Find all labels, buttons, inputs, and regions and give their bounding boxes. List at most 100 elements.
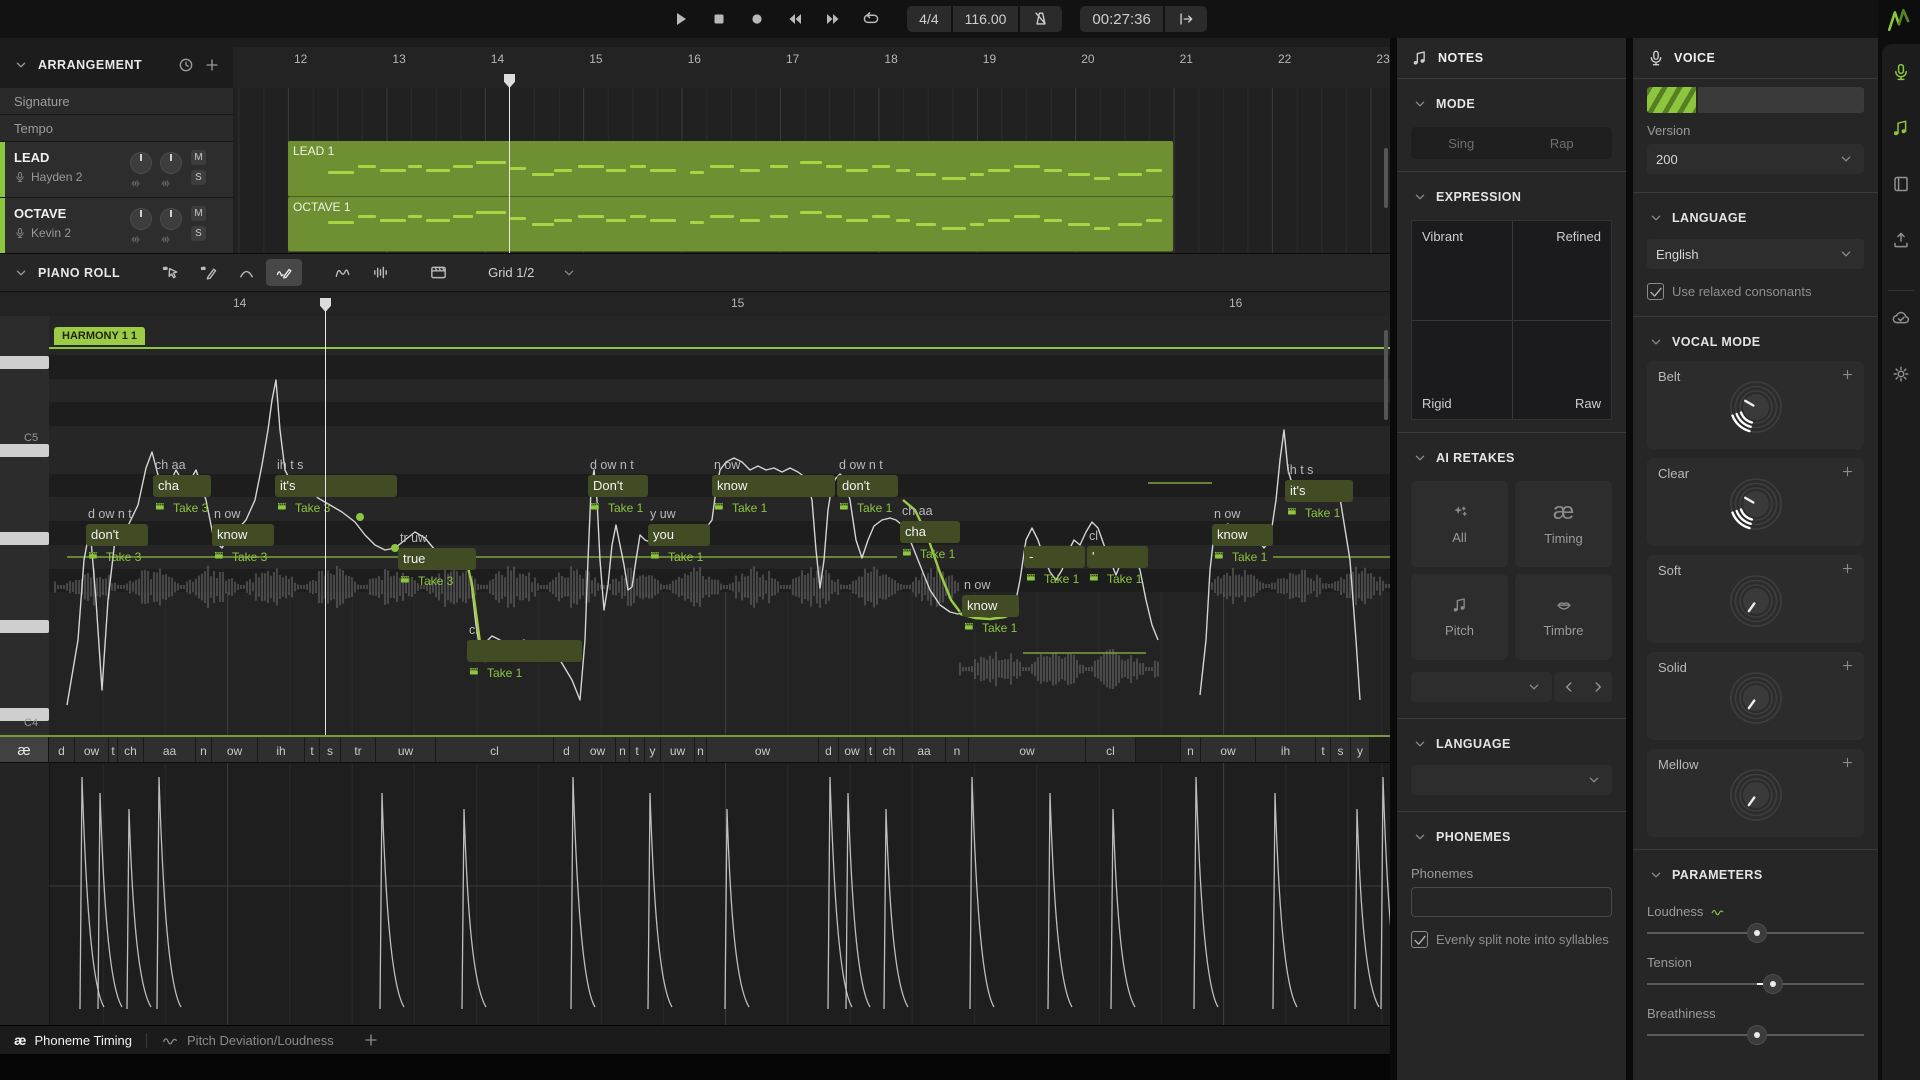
vocal-mode-add-button[interactable] — [1840, 658, 1855, 673]
retake-timing-button[interactable]: æ Timing — [1515, 481, 1612, 567]
retake-prev-button[interactable] — [1554, 672, 1583, 702]
slider-thumb[interactable] — [1763, 974, 1783, 994]
parameters-section-header[interactable]: PARAMETERS — [1633, 850, 1878, 894]
slider-thumb[interactable] — [1747, 1025, 1767, 1045]
mode-option-sing[interactable]: Sing — [1411, 127, 1512, 159]
phoneme-segment[interactable]: ch — [118, 737, 144, 764]
phoneme-gap[interactable] — [1136, 737, 1181, 764]
time-signature[interactable]: 4/4 — [907, 6, 950, 32]
voice-language-dropdown[interactable]: English — [1647, 239, 1864, 269]
phoneme-segment[interactable]: ch — [876, 737, 903, 764]
ai-retakes-section-header[interactable]: AI RETAKES — [1397, 433, 1626, 477]
solo-button[interactable]: S — [191, 226, 206, 241]
clip-octave-1[interactable]: OCTAVE 1 — [288, 197, 1173, 252]
rail-mic-button[interactable] — [1891, 62, 1911, 82]
pitch-control-point[interactable] — [234, 525, 242, 533]
phoneme-segment[interactable]: ow — [969, 737, 1086, 764]
clip-lead-1[interactable]: LEAD 1 — [288, 141, 1173, 197]
retake-timbre-button[interactable]: Timbre — [1515, 574, 1612, 660]
expression-xy-pad[interactable]: Vibrant Refined Rigid Raw — [1411, 220, 1612, 420]
phoneme-segment[interactable]: uw — [661, 737, 695, 764]
voice-language-section-header[interactable]: LANGUAGE — [1633, 193, 1878, 237]
pan-knob[interactable] — [160, 152, 182, 174]
stop-button[interactable] — [709, 9, 729, 29]
rail-gear-button[interactable] — [1891, 364, 1911, 384]
relaxed-consonants-checkbox[interactable] — [1647, 283, 1664, 300]
phoneme-segment[interactable]: ih — [1256, 737, 1316, 764]
mute-button[interactable]: M — [191, 150, 206, 165]
film-tool[interactable] — [420, 259, 456, 286]
grid-setting-dropdown[interactable]: Grid 1/2 — [478, 260, 588, 286]
tempo-row[interactable]: Tempo — [0, 115, 233, 142]
phoneme-segment[interactable]: t — [866, 737, 876, 764]
loop-button[interactable] — [861, 9, 881, 29]
rail-music-note-button[interactable] — [1891, 118, 1911, 138]
phoneme-segment[interactable]: ow — [1201, 737, 1256, 764]
phoneme-segment[interactable]: tr — [341, 737, 376, 764]
phonemes-input[interactable] — [1411, 887, 1612, 917]
voice-avatar-row[interactable] — [1647, 87, 1864, 113]
phoneme-segment[interactable]: aa — [144, 737, 196, 764]
phoneme-segment[interactable]: n — [1181, 737, 1201, 764]
rewind-button[interactable] — [785, 9, 805, 29]
piano-key[interactable] — [0, 444, 49, 457]
forward-button[interactable] — [823, 9, 843, 29]
add-tab-button[interactable] — [362, 1031, 380, 1049]
pan-knob[interactable] — [160, 208, 182, 230]
vocal-mode-add-button[interactable] — [1840, 755, 1855, 770]
piano-key[interactable] — [0, 532, 49, 545]
pitch-control-point[interactable] — [304, 483, 312, 491]
phoneme-segment[interactable]: y — [645, 737, 661, 764]
rail-upload-button[interactable] — [1891, 230, 1911, 250]
vocal-mode-add-button[interactable] — [1840, 367, 1855, 382]
mellow-knob[interactable] — [1729, 768, 1783, 822]
vocal-mode-add-button[interactable] — [1840, 464, 1855, 479]
voice-name-bar[interactable] — [1698, 87, 1864, 113]
pitch-control-point[interactable] — [391, 544, 399, 552]
rail-cloud-check-button[interactable] — [1891, 308, 1911, 328]
retake-all-button[interactable]: All — [1411, 481, 1508, 567]
pitch-wave-tool[interactable] — [324, 259, 360, 286]
draw-note-tool[interactable] — [190, 259, 226, 286]
phoneme-segment[interactable]: n — [196, 737, 212, 764]
jump-to-playhead-button[interactable] — [1165, 6, 1207, 32]
phoneme-segment[interactable]: uw — [376, 737, 436, 764]
timecode[interactable]: 00:27:36 — [1080, 6, 1162, 32]
phonemes-section-header[interactable]: PHONEMES — [1397, 812, 1626, 856]
volume-knob[interactable] — [130, 152, 152, 174]
piano-roll-scrollbar[interactable] — [1384, 330, 1388, 420]
retake-next-button[interactable] — [1583, 672, 1612, 702]
track-voice[interactable]: Kevin 2 — [14, 226, 71, 240]
track-row-lead[interactable]: LEADHayden 2MS — [0, 142, 233, 198]
phoneme-segment[interactable]: ow — [75, 737, 109, 764]
note-language-dropdown[interactable] — [1411, 765, 1612, 795]
phoneme-segment[interactable]: d — [554, 737, 580, 764]
play-button[interactable] — [671, 9, 691, 29]
chevron-down-icon[interactable] — [12, 264, 30, 282]
phoneme-segment[interactable]: ow — [580, 737, 616, 764]
piano-keyboard[interactable]: C5C4 — [0, 316, 50, 735]
mute-button[interactable]: M — [191, 206, 206, 221]
belt-knob[interactable] — [1729, 380, 1783, 434]
track-row-octave[interactable]: OCTAVEKevin 2MS — [0, 198, 233, 254]
phoneme-segment[interactable]: aa — [903, 737, 946, 764]
voice-avatar-thumbnail[interactable] — [1647, 87, 1696, 113]
track-voice[interactable]: Hayden 2 — [14, 170, 82, 184]
vocal-mode-section-header[interactable]: VOCAL MODE — [1633, 317, 1878, 361]
phoneme-segment[interactable]: t — [630, 737, 645, 764]
vocal-mode-add-button[interactable] — [1840, 561, 1855, 576]
volume-knob[interactable] — [130, 208, 152, 230]
mode-section-header[interactable]: MODE — [1397, 79, 1626, 123]
pitch-control-point[interactable] — [356, 513, 364, 521]
phoneme-segment[interactable]: n — [946, 737, 969, 764]
phoneme-segment[interactable]: t — [1316, 737, 1331, 764]
phoneme-segment[interactable]: n — [695, 737, 707, 764]
phoneme-segment[interactable]: ow — [839, 737, 866, 764]
phoneme-segment[interactable]: t — [109, 737, 118, 764]
phoneme-segment[interactable]: t — [305, 737, 320, 764]
select-note-tool[interactable] — [152, 259, 188, 286]
solo-button[interactable]: S — [191, 170, 206, 185]
piano-key[interactable] — [0, 356, 49, 369]
phoneme-segment[interactable]: d — [49, 737, 75, 764]
tab-phoneme-timing[interactable]: æ Phoneme Timing — [14, 1032, 132, 1048]
